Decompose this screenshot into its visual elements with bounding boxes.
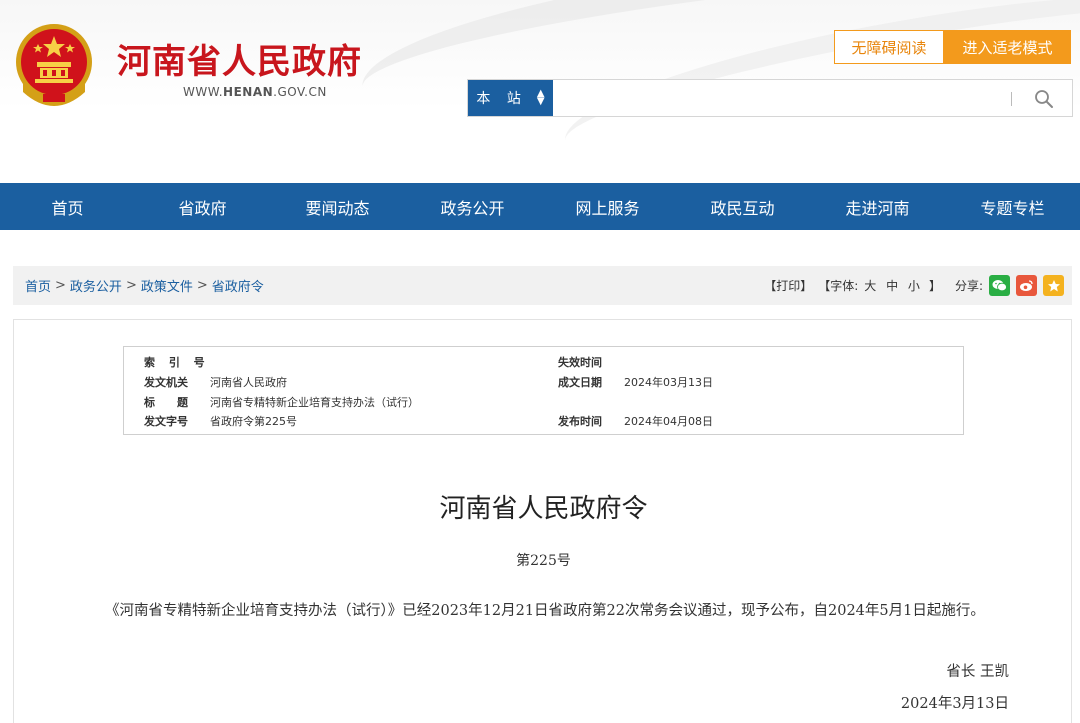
search-divider bbox=[1011, 92, 1012, 106]
nav-item-provincial-government[interactable]: 省政府 bbox=[135, 183, 270, 230]
font-size-close: 】 bbox=[928, 279, 941, 293]
qzone-icon[interactable] bbox=[1043, 275, 1064, 296]
breadcrumb-separator: > bbox=[196, 278, 208, 293]
breadcrumb-item-decrees[interactable]: 省政府令 bbox=[212, 276, 264, 295]
page-tools: 【打印】 【字体: 大 中 小 】 分享: bbox=[764, 266, 1064, 305]
search-icon[interactable] bbox=[1033, 88, 1055, 110]
breadcrumb-item-government-affairs[interactable]: 政务公开 bbox=[70, 276, 122, 295]
breadcrumb-separator: > bbox=[125, 278, 137, 293]
nav-item-special-topics[interactable]: 专题专栏 bbox=[945, 183, 1080, 230]
meta-row-index: 索 引 号 bbox=[144, 356, 210, 369]
meta-row-expire: 失效时间 bbox=[558, 356, 602, 369]
breadcrumb-separator: > bbox=[55, 278, 66, 293]
document-number: 第225号 bbox=[516, 553, 571, 569]
national-emblem-icon bbox=[16, 24, 92, 106]
meta-row-docno: 发文字号 省政府令第225号 bbox=[144, 415, 297, 428]
search-bar: 本 站 ▲ ▼ bbox=[467, 79, 1073, 117]
document-metadata-table: 索 引 号 失效时间 发文机关 河南省人民政府 成文日期 2024年03月13日… bbox=[123, 346, 964, 435]
print-button[interactable]: 【打印】 bbox=[764, 277, 812, 294]
nav-item-home[interactable]: 首页 bbox=[0, 183, 135, 230]
search-scope-select[interactable]: 本 站 ▲ ▼ bbox=[468, 80, 553, 116]
main-nav: 首页 省政府 要闻动态 政务公开 网上服务 政民互动 走进河南 专题专栏 bbox=[0, 183, 1080, 230]
signer-name: 省长 王凯 bbox=[946, 664, 1009, 680]
article-panel: 索 引 号 失效时间 发文机关 河南省人民政府 成文日期 2024年03月13日… bbox=[13, 319, 1072, 723]
breadcrumb-item-home[interactable]: 首页 bbox=[25, 276, 51, 295]
wechat-icon[interactable] bbox=[989, 275, 1010, 296]
accessible-reading-button[interactable]: 无障碍阅读 bbox=[834, 30, 944, 64]
font-size-options[interactable]: 大 中 小 bbox=[864, 277, 923, 294]
breadcrumb-bar: 首页 > 政务公开 > 政策文件 > 省政府令 【打印】 【字体: 大 中 小 … bbox=[13, 266, 1072, 305]
elder-mode-button[interactable]: 进入适老模式 bbox=[944, 30, 1071, 64]
document-signature: 省长 王凯 2024年3月13日 bbox=[901, 656, 1009, 720]
breadcrumb-item-policy-documents[interactable]: 政策文件 bbox=[141, 276, 193, 295]
document-body: 《河南省专精特新企业培育支持办法（试行）》已经2023年12月21日省政府第22… bbox=[105, 603, 985, 619]
nav-item-about-henan[interactable]: 走进河南 bbox=[810, 183, 945, 230]
site-title: 河南省人民政府 bbox=[117, 42, 362, 82]
meta-row-publish: 发布时间 2024年04月08日 bbox=[558, 415, 713, 428]
weibo-icon[interactable] bbox=[1016, 275, 1037, 296]
meta-row-date: 成文日期 2024年03月13日 bbox=[558, 376, 713, 389]
nav-item-interaction[interactable]: 政民互动 bbox=[675, 183, 810, 230]
breadcrumb: 首页 > 政务公开 > 政策文件 > 省政府令 bbox=[25, 266, 264, 305]
meta-row-issuer: 发文机关 河南省人民政府 bbox=[144, 376, 287, 389]
sort-arrows-icon: ▲ ▼ bbox=[536, 88, 545, 107]
search-input[interactable] bbox=[558, 84, 998, 112]
sign-date: 2024年3月13日 bbox=[900, 696, 1009, 712]
share-label: 分享: bbox=[954, 279, 983, 293]
site-header: 河南省人民政府 WWW.HENAN.GOV.CN 无障碍阅读 进入适老模式 本 … bbox=[0, 0, 1080, 183]
font-size-label: 【字体: bbox=[818, 279, 859, 293]
document-title: 河南省人民政府令 bbox=[439, 494, 648, 524]
meta-row-title: 标 题 河南省专精特新企业培育支持办法（试行） bbox=[144, 396, 419, 409]
nav-item-news[interactable]: 要闻动态 bbox=[270, 183, 405, 230]
nav-item-online-services[interactable]: 网上服务 bbox=[540, 183, 675, 230]
site-url: WWW.HENAN.GOV.CN bbox=[183, 85, 327, 99]
nav-item-government-affairs[interactable]: 政务公开 bbox=[405, 183, 540, 230]
